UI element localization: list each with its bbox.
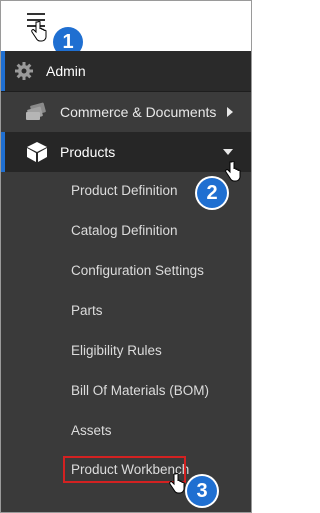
products-label: Products — [60, 144, 116, 160]
chevron-down-icon[interactable] — [223, 149, 233, 155]
submenu-item-eligibility-rules[interactable]: Eligibility Rules — [71, 343, 162, 358]
submenu-item-catalog-definition[interactable]: Catalog Definition — [71, 223, 178, 238]
nav-item-products[interactable]: Products — [1, 132, 251, 172]
active-indicator — [1, 132, 5, 172]
hand-cursor-icon — [169, 473, 185, 494]
active-indicator — [1, 51, 5, 91]
documents-icon — [26, 102, 46, 120]
hand-cursor-icon — [225, 161, 241, 182]
navigation-panel: 1 Admin Commerce & Documents Products Pr… — [0, 0, 252, 513]
top-bar: 1 — [1, 1, 251, 57]
gear-icon — [15, 62, 33, 80]
hand-cursor-icon — [31, 21, 47, 42]
submenu-item-bill-of-materials[interactable]: Bill Of Materials (BOM) — [71, 383, 209, 398]
submenu-item-product-definition[interactable]: Product Definition — [71, 183, 178, 198]
admin-section[interactable]: Admin — [1, 51, 251, 91]
chevron-right-icon — [227, 107, 233, 117]
nav-item-commerce-documents[interactable]: Commerce & Documents — [1, 92, 251, 132]
cube-icon — [27, 142, 47, 162]
admin-label: Admin — [46, 63, 86, 79]
commerce-documents-label: Commerce & Documents — [60, 104, 217, 120]
submenu-item-assets[interactable]: Assets — [71, 423, 112, 438]
product-workbench-highlight — [63, 456, 186, 483]
step-3-callout: 3 — [187, 476, 217, 506]
submenu-item-parts[interactable]: Parts — [71, 303, 103, 318]
step-2-callout: 2 — [197, 178, 227, 208]
submenu-item-configuration-settings[interactable]: Configuration Settings — [71, 263, 204, 278]
